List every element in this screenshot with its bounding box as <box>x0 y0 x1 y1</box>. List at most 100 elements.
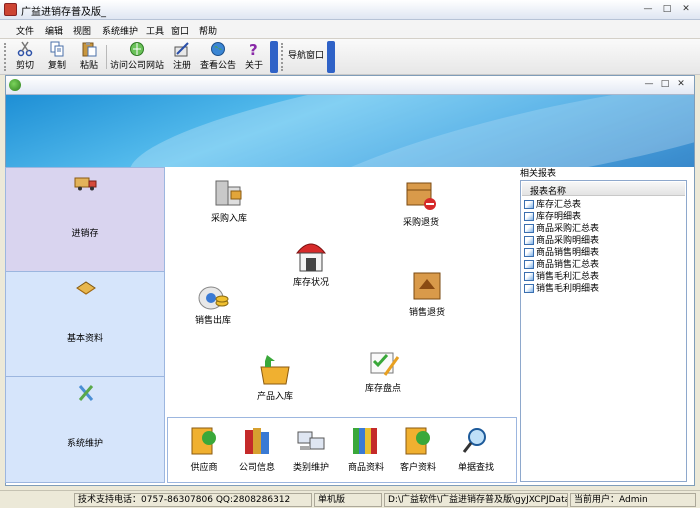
report-item[interactable]: 库存汇总表 <box>524 197 581 210</box>
visit-site-button[interactable]: 访问公司网站 <box>110 41 164 73</box>
report-icon <box>524 272 534 281</box>
product-in-button[interactable]: 产品入库 <box>253 351 297 402</box>
sales-return-button[interactable]: 销售退货 <box>405 267 449 318</box>
report-icon <box>524 248 534 257</box>
mdi-close-button[interactable]: ✕ <box>674 78 688 91</box>
toolbar-chevron[interactable] <box>327 41 335 73</box>
about-button[interactable]: ? 关于 <box>243 41 265 73</box>
category-button[interactable]: 类别维护 <box>283 424 339 473</box>
help-icon: ? <box>249 41 258 57</box>
company-info-button[interactable]: 公司信息 <box>229 424 285 473</box>
clipboard-icon <box>82 42 97 57</box>
box-arrow-icon <box>260 355 290 385</box>
maximize-button[interactable]: □ <box>660 3 674 16</box>
report-item[interactable]: 商品销售汇总表 <box>524 257 599 270</box>
box-up-icon <box>413 272 441 300</box>
warehouse-in-icon <box>215 180 242 206</box>
magnifier-icon <box>462 428 486 453</box>
tools-icon <box>78 385 94 401</box>
stock-check-button[interactable]: 库存盘点 <box>361 343 405 394</box>
cut-button[interactable]: 剪切 <box>12 41 38 73</box>
checklist-icon <box>370 352 400 376</box>
status-path: D:\广益软件\广益进销存普及版\gyJXCPJData.sys <box>384 493 568 507</box>
menu-view[interactable]: 视图 <box>73 24 91 37</box>
books-icon <box>245 428 269 454</box>
report-item[interactable]: 商品采购汇总表 <box>524 221 599 234</box>
status-edition: 单机版 <box>314 493 382 507</box>
report-item[interactable]: 销售毛利汇总表 <box>524 269 599 282</box>
report-item[interactable]: 销售毛利明细表 <box>524 281 599 294</box>
copy-icon <box>50 41 64 57</box>
toolbar-separator <box>106 45 107 69</box>
paste-button[interactable]: 粘贴 <box>76 41 102 73</box>
report-icon <box>524 200 534 209</box>
report-icon <box>524 212 534 221</box>
menu-file[interactable]: 文件 <box>16 24 34 37</box>
supplier-icon <box>191 427 216 455</box>
product-data-button[interactable]: 商品资料 <box>338 424 394 473</box>
register-icon <box>174 42 189 57</box>
book-icon <box>76 281 96 295</box>
status-bar: 技术支持电话：0757-86307806 QQ:2808286312 单机版 D… <box>0 490 700 508</box>
minimize-button[interactable]: — <box>641 3 655 16</box>
report-item[interactable]: 商品采购明细表 <box>524 233 599 246</box>
menu-window[interactable]: 窗口 <box>171 24 189 37</box>
document-search-button[interactable]: 单据查找 <box>448 424 504 473</box>
supplier-button[interactable]: 供应商 <box>176 424 232 473</box>
store-icon <box>295 243 327 272</box>
globe-icon <box>211 42 225 56</box>
menu-system[interactable]: 系统维护 <box>102 24 138 37</box>
mdi-title-bar: — □ ✕ <box>6 76 694 95</box>
mdi-minimize-button[interactable]: — <box>642 78 656 91</box>
menu-edit[interactable]: 编辑 <box>45 24 63 37</box>
shortcut-bar: 供应商 公司信息 类别维护 商品资料 客户资料 单据查找 <box>167 417 517 483</box>
report-item[interactable]: 商品销售明细表 <box>524 245 599 258</box>
truck-icon <box>74 177 97 191</box>
box-return-icon <box>406 182 436 210</box>
computers-icon <box>297 431 325 450</box>
globe-link-icon <box>130 42 144 56</box>
toolbar-chevron[interactable] <box>270 41 278 73</box>
close-button[interactable]: ✕ <box>679 3 693 16</box>
left-nav: 进销存 基本资料 系统维护 <box>5 167 165 483</box>
nav-section-inventory[interactable]: 进销存 <box>6 168 164 272</box>
money-bag-icon <box>198 286 229 310</box>
register-button[interactable]: 注册 <box>170 41 194 73</box>
binders-icon <box>353 428 377 454</box>
app-icon <box>4 3 17 16</box>
nav-section-system[interactable]: 系统维护 <box>6 378 164 482</box>
svg-text:?: ? <box>249 41 258 57</box>
reports-list: 报表名称 库存汇总表 库存明细表 商品采购汇总表 商品采购明细表 商品销售明细表… <box>520 180 687 482</box>
status-user: 当前用户：Admin <box>570 493 696 507</box>
report-icon <box>524 284 534 293</box>
menu-bar: 文件 编辑 视图 系统维护 工具 窗口 帮助 <box>0 20 700 39</box>
report-icon <box>524 224 534 233</box>
customer-icon <box>405 427 430 455</box>
copy-button[interactable]: 复制 <box>44 41 70 73</box>
stock-status-button[interactable]: 库存状况 <box>289 237 333 288</box>
menu-tools[interactable]: 工具 <box>146 24 164 37</box>
title-bar: 广益进销存普及版_ — □ ✕ <box>0 0 700 20</box>
purchase-return-button[interactable]: 采购退货 <box>399 177 443 228</box>
report-icon <box>524 260 534 269</box>
purchase-in-button[interactable]: 采购入库 <box>207 173 251 224</box>
customer-data-button[interactable]: 客户资料 <box>390 424 446 473</box>
announcement-button[interactable]: 查看公告 <box>199 41 237 73</box>
mdi-window-icon <box>9 79 21 91</box>
banner-image <box>6 95 694 167</box>
reports-column-header[interactable]: 报表名称 <box>522 182 685 197</box>
toolbar-grip[interactable] <box>281 43 285 71</box>
report-item[interactable]: 库存明细表 <box>524 209 581 222</box>
reports-title: 相关报表 <box>520 169 557 179</box>
toolbar: 剪切 复制 粘贴 访问公司网站 注册 查看公告 ? 关于 导航窗口 <box>0 39 700 75</box>
toolbar-grip[interactable] <box>4 43 8 71</box>
mdi-maximize-button[interactable]: □ <box>658 78 672 91</box>
menu-help[interactable]: 帮助 <box>199 24 217 37</box>
status-support: 技术支持电话：0757-86307806 QQ:2808286312 <box>74 493 312 507</box>
report-icon <box>524 236 534 245</box>
nav-section-basic-data[interactable]: 基本资料 <box>6 273 164 377</box>
scissors-icon <box>17 41 33 57</box>
sales-out-button[interactable]: 销售出库 <box>191 275 235 326</box>
main-workspace: 采购入库 采购退货 库存状况 销售出库 销售退货 产品入库 库存盘点 <box>167 167 517 417</box>
window-title: 广益进销存普及版_ <box>21 7 106 18</box>
